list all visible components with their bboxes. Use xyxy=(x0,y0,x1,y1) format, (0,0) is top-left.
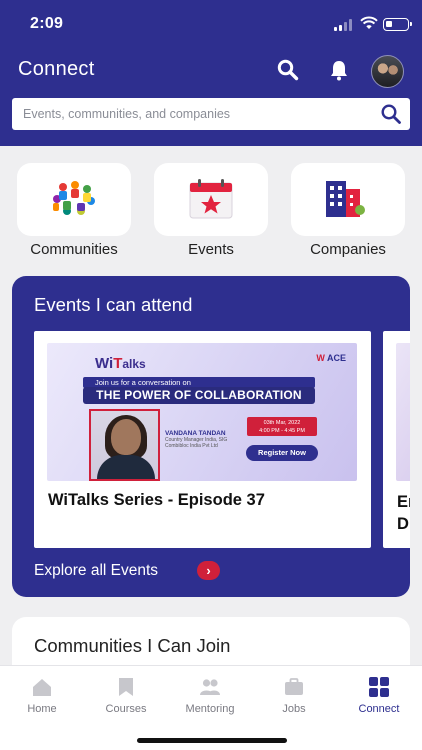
home-icon xyxy=(33,679,51,696)
chevron-right-icon[interactable]: › xyxy=(197,561,220,580)
avatar[interactable] xyxy=(371,55,404,88)
signal-icon xyxy=(334,19,354,31)
status-bar: 2:09 xyxy=(0,0,422,48)
events-section: Events I can attend WiTalks W ACE Join u… xyxy=(12,276,410,597)
people-icon xyxy=(200,679,220,695)
battery-icon xyxy=(383,18,412,31)
register-now-button[interactable]: Register Now xyxy=(246,445,318,461)
event-time: 4:00 PM - 4:45 PM xyxy=(259,428,305,434)
event-card[interactable]: WiTalks W ACE Join us for a conversation… xyxy=(34,331,371,548)
event-name: WiTalks Series - Episode 37 xyxy=(48,491,265,509)
speaker-role: Country Manager India, SIG Combibloc Ind… xyxy=(165,437,228,449)
home-indicator xyxy=(137,738,287,743)
speaker-name: VANDANA TANDAN xyxy=(165,430,226,437)
search-input[interactable]: Events, communities, and companies xyxy=(23,107,230,121)
category-label-communities: Communities xyxy=(30,241,118,258)
bookmark-icon xyxy=(119,678,133,696)
buildings-icon xyxy=(326,181,365,217)
event-card[interactable]: Em Dig xyxy=(383,331,410,548)
tab-label: Connect xyxy=(358,703,400,715)
tab-label: Jobs xyxy=(282,703,306,715)
explore-events-link[interactable]: Explore all Events xyxy=(34,562,158,580)
event-thumbnail[interactable]: WiTalks W ACE Join us for a conversation… xyxy=(47,343,357,481)
tab-jobs[interactable]: Jobs xyxy=(252,666,336,726)
event-date: 03th Mar, 2022 xyxy=(263,420,301,426)
tab-label: Courses xyxy=(105,703,147,715)
category-label-events: Events xyxy=(188,241,234,258)
event-headline: THE POWER OF COLLABORATION xyxy=(83,387,315,404)
status-time: 2:09 xyxy=(30,15,64,32)
category-events[interactable] xyxy=(154,163,268,236)
tab-connect[interactable]: Connect xyxy=(337,666,421,726)
wifi-icon xyxy=(360,16,378,29)
category-companies[interactable] xyxy=(291,163,405,236)
event-thumbnail[interactable] xyxy=(396,343,410,481)
events-section-title: Events I can attend xyxy=(34,294,193,315)
ace-logo: W ACE xyxy=(316,353,346,363)
tab-mentoring[interactable]: Mentoring xyxy=(168,666,252,726)
witalks-logo: WiTalks xyxy=(95,355,146,372)
communities-icon xyxy=(53,181,95,215)
search-bar[interactable]: Events, communities, and companies xyxy=(12,98,410,130)
category-communities[interactable] xyxy=(17,163,131,236)
tab-label: Mentoring xyxy=(185,703,235,715)
speaker-photo xyxy=(89,409,160,481)
tab-home[interactable]: Home xyxy=(0,666,84,726)
page-title: Connect xyxy=(18,58,95,80)
bell-icon[interactable] xyxy=(327,58,351,82)
grid-icon xyxy=(369,677,389,697)
tab-courses[interactable]: Courses xyxy=(84,666,168,726)
communities-section-title: Communities I Can Join xyxy=(34,635,231,656)
header: 2:09 Connect Events, communities, and co… xyxy=(0,0,422,146)
search-icon[interactable] xyxy=(276,58,300,82)
category-label-companies: Companies xyxy=(310,241,386,258)
tab-label: Home xyxy=(27,703,57,715)
calendar-star-icon xyxy=(189,179,233,219)
search-field-icon[interactable] xyxy=(380,103,402,125)
event-name: Em Dig xyxy=(397,493,410,533)
briefcase-icon xyxy=(285,678,303,695)
event-date-badge: 03th Mar, 2022 4:00 PM - 4:45 PM xyxy=(247,417,317,436)
